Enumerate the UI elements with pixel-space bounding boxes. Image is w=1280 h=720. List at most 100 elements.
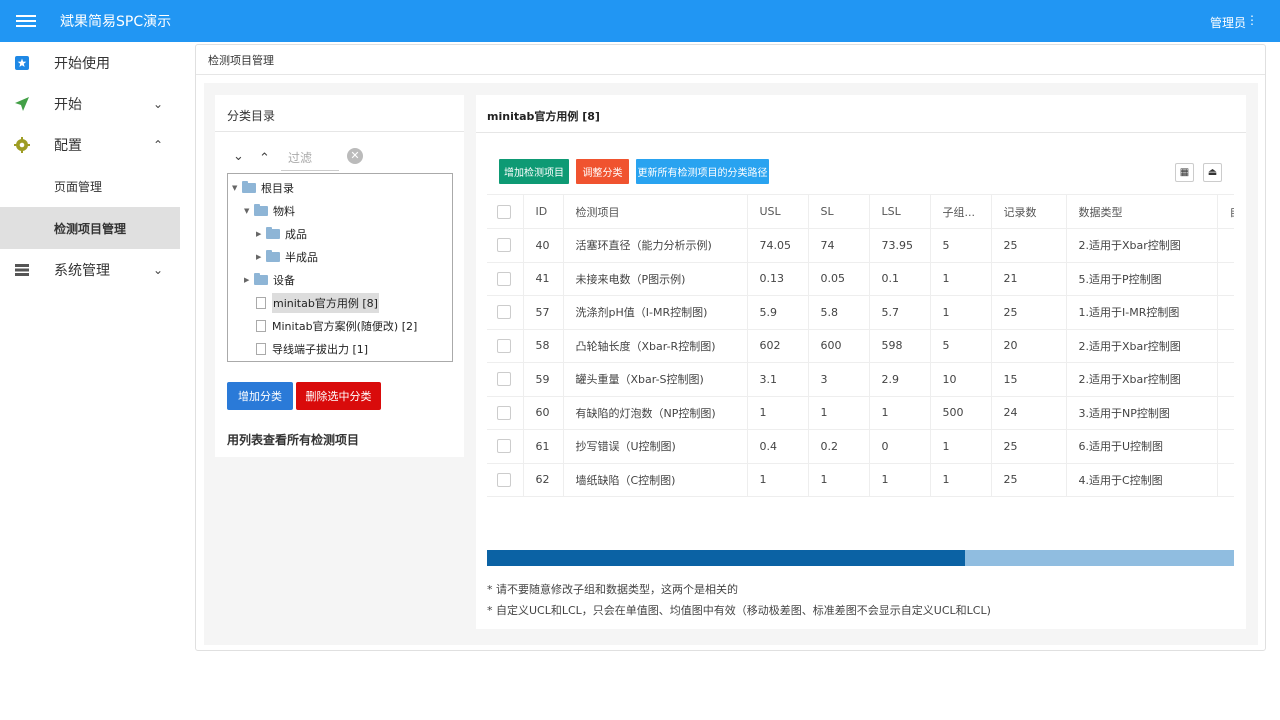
horizontal-scrollbar[interactable]: [487, 550, 1234, 566]
column-header[interactable]: SL: [808, 195, 870, 229]
row-checkbox-cell[interactable]: [487, 429, 524, 464]
cell-usl: 1: [747, 396, 809, 430]
collapsed-icon[interactable]: ▶: [256, 253, 266, 261]
table-row[interactable]: 61 抄写错误（U控制图) 0.4 0.2 0 1 25 6.适用于U控制图: [487, 429, 1234, 464]
table-row[interactable]: 41 未接来电数（P图示例) 0.13 0.05 0.1 1 21 5.适用于P控制图: [487, 262, 1234, 296]
filter-input[interactable]: 过滤: [281, 141, 339, 171]
more-vert-icon[interactable]: ⋮: [1246, 13, 1258, 27]
gear-icon: [14, 137, 30, 153]
row-checkbox-cell[interactable]: [487, 295, 524, 330]
select-all-checkbox-cell[interactable]: [487, 195, 524, 229]
cell-sub: 5: [930, 329, 992, 363]
sidebar-item-start[interactable]: 开始 ⌄: [0, 83, 180, 124]
column-header[interactable]: 记录数: [991, 195, 1067, 229]
expanded-icon[interactable]: ▼: [232, 184, 242, 192]
row-checkbox[interactable]: [497, 472, 511, 487]
cell-count: 25: [991, 295, 1067, 330]
sidebar-item-config[interactable]: 配置 ⌃: [0, 124, 180, 165]
cell-count: 25: [991, 463, 1067, 497]
table-row[interactable]: 62 墙纸缺陷（C控制图) 1 1 1 1 25 4.适用于C控制图: [487, 463, 1234, 497]
sidebar-subitem-inspection-items[interactable]: 检测项目管理: [0, 207, 180, 249]
clear-filter-icon[interactable]: ✕: [347, 148, 363, 164]
row-checkbox-cell[interactable]: [487, 228, 524, 263]
add-item-button[interactable]: 增加检测项目: [499, 159, 569, 184]
category-tree: ▼ 根目录 ▼ 物料 ▶ 成品 ▶ 半成品 ▶ 设备 minitab官方用例 […: [227, 173, 453, 362]
cell-sub: 10: [930, 362, 992, 397]
sidebar-subitem-page-management[interactable]: 页面管理: [0, 165, 180, 207]
chevron-down-icon[interactable]: ⌄: [153, 263, 163, 277]
cell-type: 2.适用于Xbar控制图: [1066, 362, 1218, 397]
sidebar-item-label: 开始: [54, 96, 82, 113]
delete-category-button[interactable]: 删除选中分类: [296, 382, 381, 410]
column-header[interactable]: ID: [523, 195, 564, 229]
user-name[interactable]: 管理员: [1210, 14, 1246, 31]
row-checkbox[interactable]: [497, 405, 511, 420]
cell-sub: 1: [930, 463, 992, 497]
cell-lsl: 2.9: [869, 362, 931, 397]
scrollbar-thumb[interactable]: [487, 550, 966, 566]
collapsed-icon[interactable]: ▶: [244, 276, 254, 284]
update-paths-button[interactable]: 更新所有检测项目的分类路径: [636, 159, 769, 184]
select-all-checkbox[interactable]: [497, 204, 511, 219]
expand-all-icon[interactable]: ⌄: [233, 149, 244, 164]
cell-sub: 5: [930, 228, 992, 263]
tree-node-equipment[interactable]: ▶ 设备: [244, 270, 295, 290]
row-checkbox-cell[interactable]: [487, 262, 524, 296]
tree-node-terminal-pull[interactable]: 导线端子拔出力 [1]: [256, 339, 368, 359]
row-checkbox[interactable]: [497, 271, 511, 286]
row-checkbox[interactable]: [497, 338, 511, 353]
view-all-items-link[interactable]: 用列表查看所有检测项目: [227, 431, 359, 448]
menu-icon[interactable]: [16, 15, 36, 27]
column-header[interactable]: 检测项目: [563, 195, 748, 229]
cell-type: 1.适用于I-MR控制图: [1066, 295, 1218, 330]
column-header[interactable]: LSL: [869, 195, 931, 229]
table-row[interactable]: 60 有缺陷的灯泡数（NP控制图) 1 1 1 500 24 3.适用于NP控制图: [487, 396, 1234, 430]
row-checkbox[interactable]: [497, 305, 511, 320]
category-panel: 分类目录 ⌄ ⌃ 过滤 ✕ ▼ 根目录 ▼ 物料 ▶ 成品 ▶ 半成品 ▶ 设备: [215, 95, 464, 457]
export-icon[interactable]: ⏏: [1203, 163, 1222, 182]
chevron-up-icon[interactable]: ⌃: [153, 138, 163, 152]
chevron-down-icon[interactable]: ⌄: [153, 97, 163, 111]
column-header[interactable]: 自: [1217, 195, 1234, 229]
table-row[interactable]: 58 凸轮轴长度（Xbar-R控制图) 602 600 598 5 20 2.适用于Xbar控…: [487, 329, 1234, 363]
cell-sl: 0.2: [808, 429, 870, 464]
collapse-all-icon[interactable]: ⌃: [259, 151, 270, 166]
tree-node-materials[interactable]: ▼ 物料: [244, 201, 295, 221]
row-checkbox[interactable]: [497, 372, 511, 387]
tree-node-minitab-examples[interactable]: minitab官方用例 [8]: [256, 293, 379, 313]
sidebar-item-system[interactable]: 系统管理 ⌄: [0, 249, 180, 290]
row-checkbox-cell[interactable]: [487, 463, 524, 497]
column-header[interactable]: 数据类型: [1066, 195, 1218, 229]
cell-type: 2.适用于Xbar控制图: [1066, 228, 1218, 263]
table-row[interactable]: 59 罐头重量（Xbar-S控制图) 3.1 3 2.9 10 15 2.适用于Xbar控制图: [487, 362, 1234, 397]
cell-usl: 0.13: [747, 262, 809, 296]
row-checkbox-cell[interactable]: [487, 396, 524, 430]
row-checkbox[interactable]: [497, 439, 511, 454]
sidebar-item-getting-started[interactable]: 开始使用: [0, 42, 180, 83]
collapsed-icon[interactable]: ▶: [256, 230, 266, 238]
cell-count: 21: [991, 262, 1067, 296]
row-checkbox[interactable]: [497, 238, 511, 253]
tree-node-label: 半成品: [285, 251, 318, 264]
columns-icon[interactable]: ▦: [1175, 163, 1194, 182]
cell-usl: 5.9: [747, 295, 809, 330]
cell-usl: 74.05: [747, 228, 809, 263]
cell-lsl: 0.1: [869, 262, 931, 296]
table-row[interactable]: 57 洗涤剂pH值（I-MR控制图) 5.9 5.8 5.7 1 25 1.适用于I-MR控制…: [487, 295, 1234, 330]
tree-node-semi-finished[interactable]: ▶ 半成品: [256, 247, 318, 267]
column-header[interactable]: 子组...: [930, 195, 992, 229]
cell-count: 25: [991, 228, 1067, 263]
row-checkbox-cell[interactable]: [487, 329, 524, 363]
column-header[interactable]: USL: [747, 195, 809, 229]
tree-node-root[interactable]: ▼ 根目录: [232, 178, 294, 198]
row-checkbox-cell[interactable]: [487, 362, 524, 397]
expanded-icon[interactable]: ▼: [244, 207, 254, 215]
folder-icon: [254, 204, 268, 216]
tree-node-finished[interactable]: ▶ 成品: [256, 224, 307, 244]
cell-usl: 602: [747, 329, 809, 363]
tree-node-minitab-cases[interactable]: Minitab官方案例(随便改) [2]: [256, 316, 417, 336]
adjust-category-button[interactable]: 调整分类: [576, 159, 629, 184]
table-row[interactable]: 40 活塞环直径（能力分析示例) 74.05 74 73.95 5 25 2.适用于Xbar控…: [487, 228, 1234, 263]
cell-custom: [1217, 429, 1234, 464]
add-category-button[interactable]: 增加分类: [227, 382, 293, 410]
